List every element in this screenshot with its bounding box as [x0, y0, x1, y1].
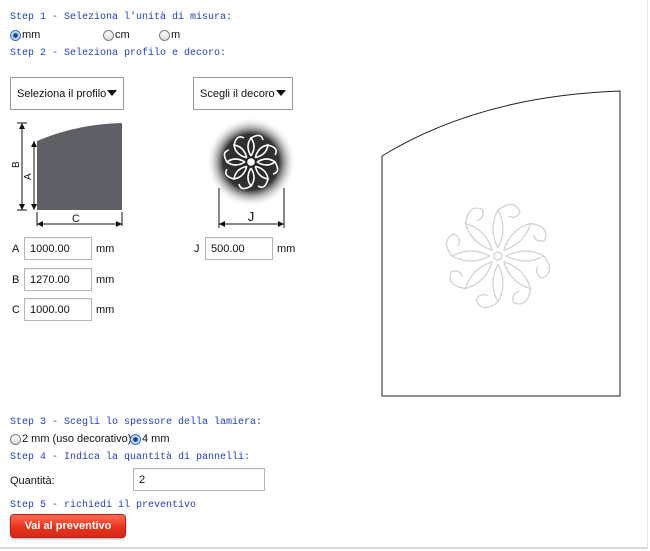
field-b-unit: mm — [96, 274, 115, 286]
step1-title: Step 1 - Seleziona l'unità di misura: — [10, 12, 233, 23]
field-a-unit: mm — [96, 243, 115, 255]
field-a-label: A — [12, 243, 20, 255]
decor-select[interactable]: Scegli il decoro — [193, 77, 293, 110]
unit-label-cm: cm — [115, 29, 130, 41]
label-b: B — [11, 161, 22, 168]
field-j-unit: mm — [277, 243, 296, 255]
dropdown-arrow-icon — [107, 90, 117, 96]
profile-shape — [37, 123, 122, 210]
label-c: C — [72, 213, 80, 225]
decor-diagram: J — [206, 118, 296, 228]
radio-icon[interactable] — [159, 29, 170, 41]
field-c-input[interactable]: 1000.00 — [24, 298, 92, 321]
arrow-icon — [19, 123, 25, 129]
arrow-icon — [19, 204, 25, 210]
unit-radio-m[interactable]: m — [159, 29, 180, 41]
arrow-icon — [31, 204, 37, 210]
unit-radio-cm[interactable]: cm — [103, 29, 130, 41]
field-b-label: B — [12, 274, 20, 286]
field-c-unit: mm — [96, 304, 115, 316]
panel-preview — [381, 90, 621, 397]
step5-title: Step 5 - richiedi il preventivo — [10, 500, 197, 511]
profile-select[interactable]: Seleziona il profilo — [10, 77, 124, 110]
unit-label-m: m — [171, 29, 181, 41]
decor-select-value: Scegli il decoro — [200, 87, 275, 100]
step3-title: Step 3 - Scegli lo spessore della lamier… — [10, 417, 263, 428]
thickness-radio-4mm[interactable]: 4 mm — [130, 433, 170, 445]
arrow-icon — [219, 221, 225, 227]
radio-icon[interactable] — [103, 29, 114, 41]
quote-button[interactable]: Vai al preventivo — [10, 514, 126, 538]
field-a-input[interactable]: 1000.00 — [24, 237, 92, 260]
arrow-icon — [37, 221, 43, 227]
label-a: A — [23, 173, 34, 180]
step2-title: Step 2 - Seleziona profilo e decoro: — [10, 48, 227, 59]
field-j-label: J — [194, 243, 200, 255]
dropdown-arrow-icon — [276, 90, 286, 96]
unit-radio-mm[interactable]: mm — [10, 29, 40, 41]
panel-outline — [381, 90, 621, 397]
arrow-icon — [31, 141, 37, 147]
arrow-icon — [278, 221, 284, 227]
quantity-input[interactable]: 2 — [133, 468, 265, 491]
radio-icon[interactable] — [10, 29, 21, 41]
radio-icon[interactable] — [10, 433, 21, 445]
profile-diagram: B A C — [11, 122, 123, 227]
thickness-label-2mm: 2 mm (uso decorativo) — [22, 433, 132, 445]
arrow-icon — [116, 221, 122, 227]
label-j: J — [248, 209, 255, 224]
step4-title: Step 4 - Indica la quantità di pannelli: — [10, 452, 251, 463]
field-b-input[interactable]: 1270.00 — [24, 268, 92, 291]
field-j-input[interactable]: 500.00 — [205, 237, 273, 260]
thickness-label-4mm: 4 mm — [142, 433, 170, 445]
thickness-radio-2mm[interactable]: 2 mm (uso decorativo) — [10, 433, 131, 445]
unit-label-mm: mm — [22, 29, 41, 41]
quantity-label: Quantità: — [10, 475, 55, 487]
profile-select-value: Seleziona il profilo — [17, 87, 107, 100]
preview-rosette-icon — [445, 203, 551, 309]
field-c-label: C — [12, 304, 20, 316]
radio-icon[interactable] — [130, 433, 141, 445]
